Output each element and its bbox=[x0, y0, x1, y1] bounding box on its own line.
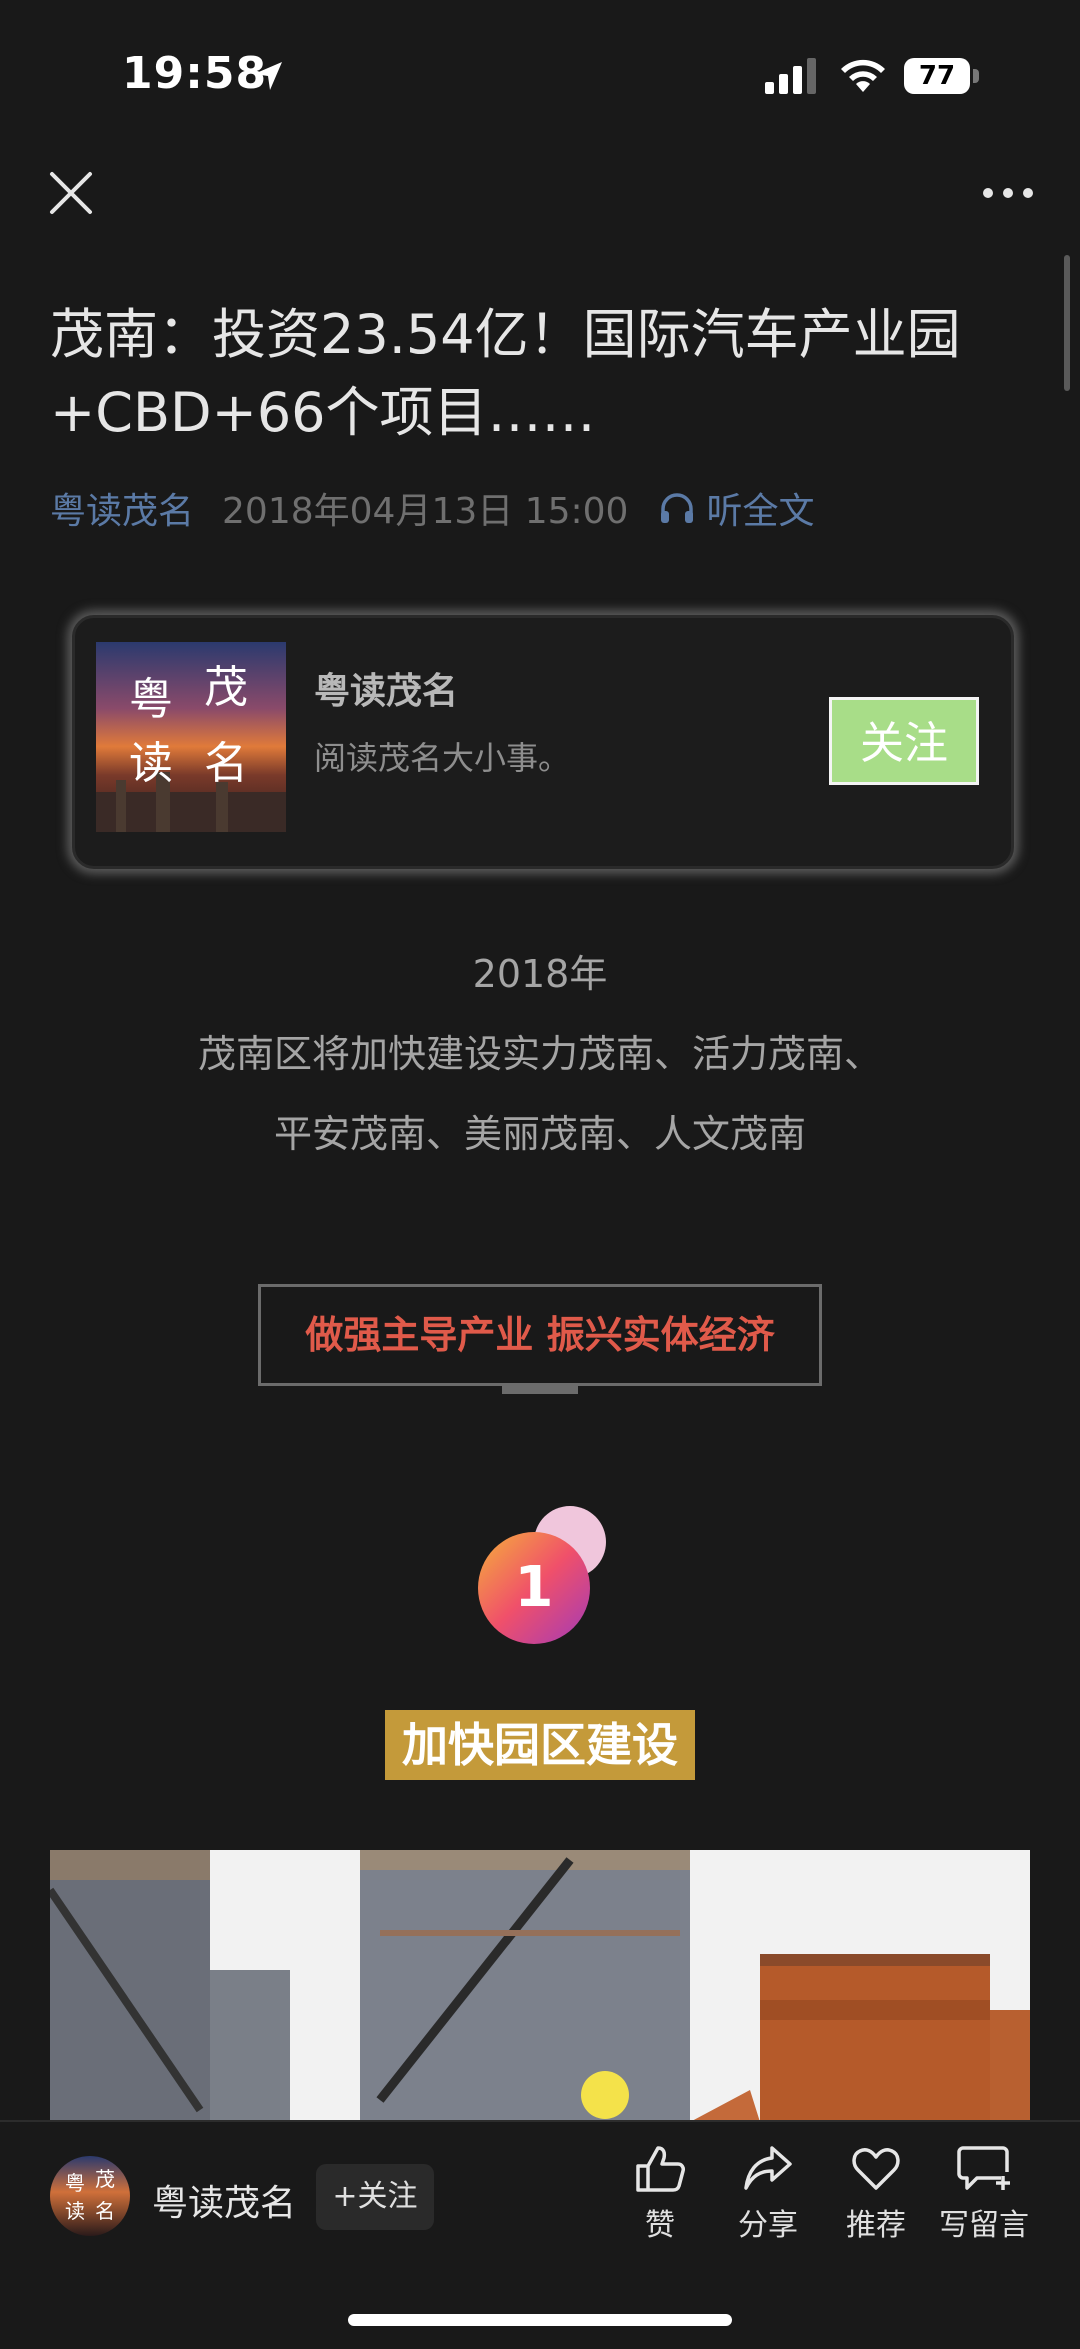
bb-avatar-char-2: 茂 bbox=[95, 2167, 115, 2191]
status-time: 19:58 bbox=[122, 48, 268, 99]
avatar-char-3: 读 bbox=[129, 738, 173, 789]
wifi-icon bbox=[841, 59, 885, 92]
article-title: 茂南：投资23.54亿！国际汽车产业园+CBD+66个项目…… bbox=[50, 303, 961, 444]
write-comment-button[interactable]: 写留言 bbox=[934, 2144, 1034, 2244]
account-link[interactable]: 粤读茂名 bbox=[50, 482, 194, 534]
battery-icon: 77 bbox=[904, 58, 980, 94]
bb-avatar-char-3: 读 bbox=[65, 2199, 85, 2223]
like-label: 赞 bbox=[645, 2208, 675, 2243]
publish-date: 2018年04月13日 15:00 bbox=[222, 491, 629, 532]
close-icon[interactable] bbox=[46, 168, 96, 218]
share-button[interactable]: 分享 bbox=[718, 2144, 818, 2244]
write-comment-label: 写留言 bbox=[939, 2208, 1029, 2243]
follow-button[interactable]: 关注 bbox=[829, 697, 979, 785]
bottom-follow-button[interactable]: +关注 bbox=[316, 2164, 434, 2230]
badge-number: 1 bbox=[515, 1555, 554, 1620]
comment-icon bbox=[957, 2146, 1010, 2190]
bottom-account-name[interactable]: 粤读茂名 bbox=[152, 2174, 296, 2226]
avatar-char-1: 粤 bbox=[129, 674, 173, 725]
listen-label: 听全文 bbox=[706, 491, 815, 532]
intro-line-3: 平安茂南、美丽茂南、人文茂南 bbox=[273, 1112, 806, 1156]
share-label: 分享 bbox=[738, 2208, 798, 2243]
battery-level: 77 bbox=[918, 61, 956, 91]
bb-avatar-char-4: 名 bbox=[95, 2199, 115, 2223]
intro-line-2: 茂南区将加快建设实力茂南、活力茂南、 bbox=[197, 1032, 882, 1076]
heart-icon bbox=[852, 2148, 900, 2190]
thumbs-up-icon bbox=[636, 2146, 685, 2192]
avatar-char-4: 名 bbox=[204, 738, 248, 789]
section-frame-text: 做强主导产业 振兴实体经济 bbox=[305, 1313, 775, 1357]
more-options-icon[interactable] bbox=[982, 176, 1034, 210]
cellular-signal-icon bbox=[765, 58, 816, 94]
headphones-icon bbox=[661, 493, 694, 523]
number-badge: 1 bbox=[478, 1506, 606, 1644]
account-avatar: 粤 茂 读 名 bbox=[96, 642, 286, 832]
section-heading: 加快园区建设 bbox=[385, 1710, 695, 1780]
frame-underline bbox=[502, 1386, 578, 1394]
card-description: 阅读茂名大小事。 bbox=[314, 739, 571, 777]
article-meta: 粤读茂名 2018年04月13日 15:00 听全文 bbox=[50, 480, 814, 536]
share-icon bbox=[744, 2146, 792, 2190]
listen-button[interactable]: 听全文 bbox=[658, 482, 814, 534]
recommend-button[interactable]: 推荐 bbox=[826, 2144, 926, 2244]
avatar-char-2: 茂 bbox=[204, 662, 248, 713]
card-account-name: 粤读茂名 bbox=[314, 671, 459, 712]
intro-line-1: 2018年 bbox=[472, 952, 608, 996]
recommend-label: 推荐 bbox=[846, 2208, 906, 2243]
article-photo-storage-tanks[interactable] bbox=[50, 1850, 1030, 2122]
location-arrow-icon bbox=[254, 62, 282, 90]
like-button[interactable]: 赞 bbox=[610, 2144, 710, 2244]
home-indicator[interactable] bbox=[348, 2314, 732, 2326]
bottom-account-avatar[interactable]: 粤 茂 读 名 bbox=[50, 2156, 130, 2236]
scrollbar[interactable] bbox=[1064, 255, 1070, 391]
bb-avatar-char-1: 粤 bbox=[65, 2171, 85, 2195]
